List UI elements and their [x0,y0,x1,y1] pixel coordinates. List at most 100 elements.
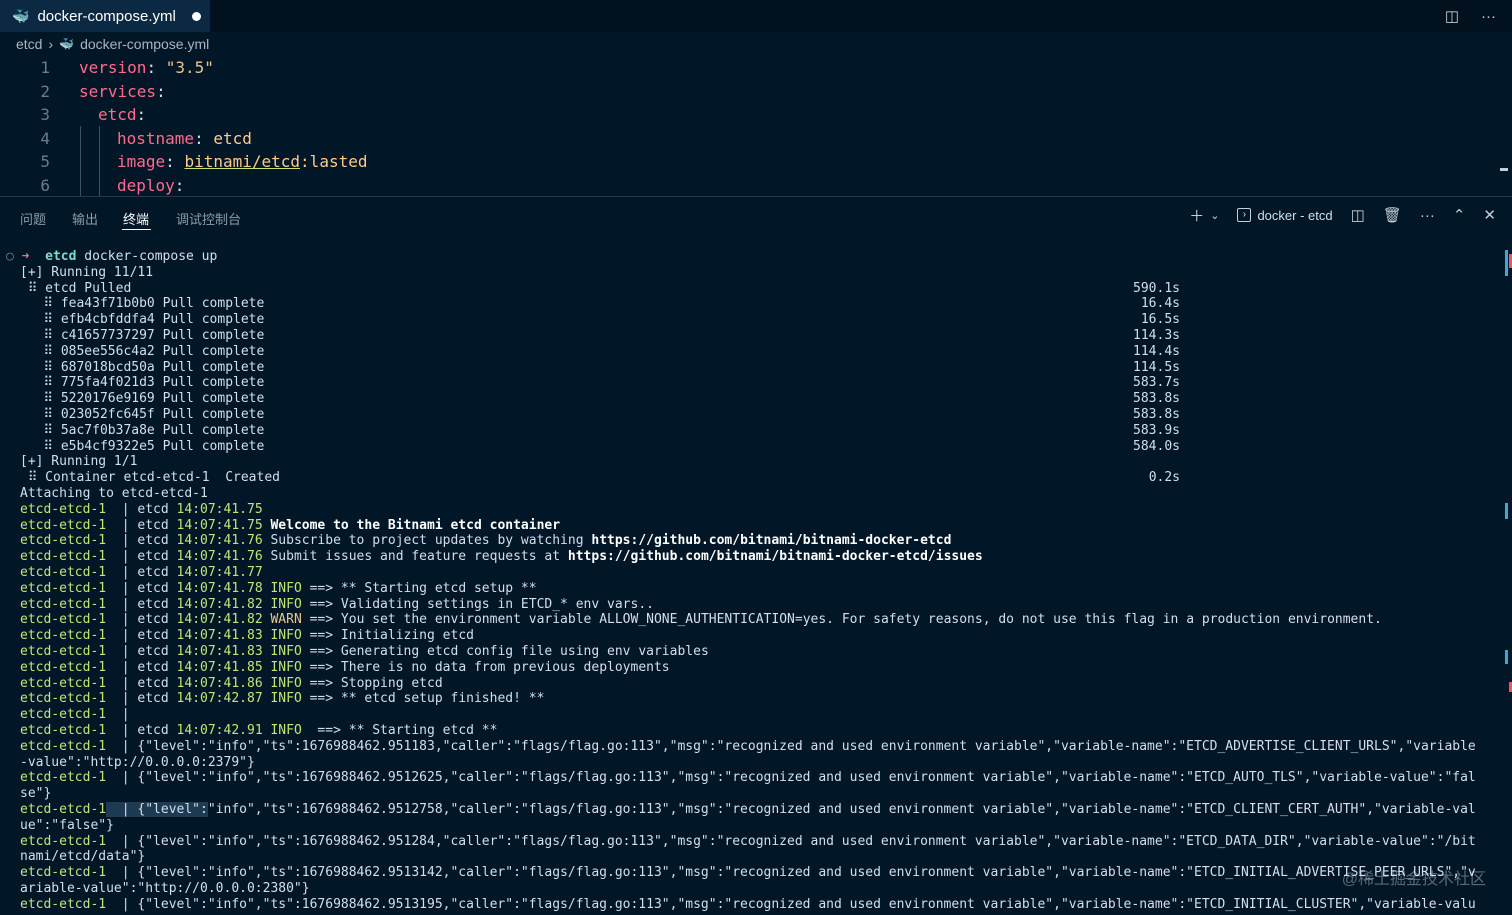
container-created-line: ⠿ Container etcd-etcd-1 Created [20,470,280,486]
yaml-value: etcd [213,128,252,148]
tab-output[interactable]: 输出 [72,209,98,228]
log-line: etcd-etcd-1 | etcd 14:07:41.77 [20,565,263,580]
line-number: 4 [40,128,50,148]
log-line: etcd-etcd-1 | etcd 14:07:41.83 INFO ==> … [20,644,709,659]
yaml-key: image [117,152,166,172]
tab-problems[interactable]: 问题 [20,209,46,228]
docker-whale-icon: 🐳 [12,7,30,24]
code-editor[interactable]: 1 version: "3.5" 2 services: 3 etcd: 4 h… [0,56,1512,196]
attaching-line: Attaching to etcd-etcd-1 [20,486,208,501]
log-line: etcd-etcd-1 | etcd 14:07:41.76 Subscribe… [20,533,952,549]
status-line: [+] Running 11/11 [20,264,154,280]
log-line: etcd-etcd-1 | etcd 14:07:41.75 Welcome t… [20,517,561,533]
breadcrumb-folder[interactable]: etcd [16,36,42,52]
scrollbar-marker [1505,503,1508,519]
layer-line: ⠿ 687018bcd50a Pull complete [20,359,265,375]
elapsed-time: 590.1s [1133,280,1180,296]
file-tab[interactable]: 🐳 docker-compose.yml [0,0,210,32]
unsaved-dot-icon[interactable] [191,11,201,21]
layer-line: ⠿ c41657737297 Pull complete [20,328,265,343]
layer-line: ⠿ 085ee556c4a2 Pull complete [20,343,265,359]
breadcrumb: etcd › 🐳 docker-compose.yml [16,34,209,54]
yaml-key: etcd [98,105,137,125]
log-line: etcd-etcd-1 | etcd 14:07:41.83 INFO ==> … [20,628,474,644]
new-terminal-icon[interactable]: ＋ [1189,205,1204,226]
indent-guide [99,126,100,196]
chevron-right-icon: › [48,36,54,52]
log-line: etcd-etcd-1 | etcd 14:07:41.78 INFO ==> … [20,580,537,596]
close-panel-icon[interactable]: ✕ [1483,206,1496,224]
yaml-key: deploy [117,176,175,195]
image-link[interactable]: bitnami/etcd [184,152,300,171]
json-log-continuation: nami/etcd/data"} [20,849,146,865]
layer-line: ⠿ efb4cbfddfa4 Pull complete [20,312,265,328]
indent-guide [80,126,81,196]
log-line: etcd-etcd-1 | etcd 14:07:42.91 INFO ==> … [20,723,498,738]
layer-line: ⠿ fea43f71b0b0 Pull complete [20,296,265,312]
code-line-4: 4 hostname: etcd [0,127,252,151]
status-line: [+] Running 1/1 [20,454,138,470]
layer-line: ⠿ e5b4cf9322e5 Pull complete [20,438,265,454]
split-terminal-icon[interactable]: ◫ [1351,206,1365,224]
code-line-1: 1 version: "3.5" [0,56,214,80]
editor-scrollbar[interactable] [1500,168,1508,171]
maximize-panel-icon[interactable]: ⌃ [1453,206,1466,224]
json-log-continuation: ariable-value":"http://0.0.0.0:2380"} [20,881,310,896]
split-editor-icon[interactable]: ◫ [1445,7,1459,25]
tab-terminal[interactable]: 终端 [123,209,149,228]
active-tab-indicator [122,229,151,230]
line-number: 2 [40,81,50,101]
elapsed-time: 16.5s [1140,312,1180,328]
elapsed-time: 583.7s [1133,375,1180,391]
code-line-5: 5 image: bitnami/etcd:lasted [0,150,367,174]
layer-line: ⠿ 5220176e9169 Pull complete [20,391,265,407]
trash-icon[interactable]: 🗑 [1383,206,1402,224]
layer-line: ⠿ 775fa4f021d3 Pull complete [20,375,265,391]
log-line: etcd-etcd-1 | etcd 14:07:41.82 INFO ==> … [20,596,654,612]
json-log-continuation: ue":"false"} [20,817,114,833]
yaml-value: "3.5" [165,58,214,77]
line-number: 6 [40,176,50,195]
more-actions-icon[interactable]: ··· [1420,207,1435,224]
scrollbar-marker [1505,250,1508,276]
line-number: 3 [40,105,50,125]
json-log-line: etcd-etcd-1 | {"level":"info","ts":16769… [20,802,1476,817]
log-line: etcd-etcd-1 | etcd 14:07:41.85 INFO ==> … [20,659,670,675]
json-log-line: etcd-etcd-1 | {"level":"info","ts":16769… [20,738,1476,754]
json-log-continuation: -value":"http://0.0.0.0:2379"} [20,754,255,770]
tab-debug-console[interactable]: 调试控制台 [176,209,241,228]
code-line-2: 2 services: [0,80,165,104]
log-line: etcd-etcd-1 | [20,707,130,723]
log-line: etcd-etcd-1 | etcd 14:07:41.76 Submit is… [20,549,983,565]
terminal-icon: › [1237,208,1252,222]
log-line: etcd-etcd-1 | etcd 14:07:41.75 [20,501,263,517]
editor-tab-bar: 🐳 docker-compose.yml ◫ ··· [0,0,1512,32]
yaml-key: version [79,58,147,77]
elapsed-time: 114.4s [1133,343,1180,359]
layer-line: ⠿ 5ac7f0b37a8e Pull complete [20,422,265,438]
chevron-down-icon[interactable]: ⌄ [1210,209,1219,222]
yaml-key: services [79,81,157,101]
json-log-line: etcd-etcd-1 | {"level":"info","ts":16769… [20,770,1476,786]
terminal-output[interactable]: ○ ➜ etcd docker-compose up [+] Running 1… [0,249,1512,915]
elapsed-time: 16.4s [1140,296,1180,312]
elapsed-time: 583.8s [1133,407,1180,422]
terminal-selector[interactable]: › docker - etcd [1237,207,1333,223]
more-actions-icon[interactable]: ··· [1481,8,1496,25]
elapsed-time: 584.0s [1133,438,1180,454]
panel-header: 问题 输出 终端 调试控制台 ＋ ⌄ › docker - etcd ◫ 🗑 ·… [0,197,1512,237]
elapsed-time: 114.3s [1133,328,1180,343]
log-line: etcd-etcd-1 | etcd 14:07:42.87 INFO ==> … [20,691,545,707]
breadcrumb-file[interactable]: docker-compose.yml [80,36,209,52]
log-line: etcd-etcd-1 | etcd 14:07:41.82 WARN ==> … [20,612,1382,628]
prompt-line: ○ ➜ etcd docker-compose up [6,249,218,264]
line-number: 5 [40,152,50,172]
elapsed-time: 583.9s [1133,422,1180,438]
json-log-line: etcd-etcd-1 | {"level":"info","ts":16769… [20,896,1476,912]
elapsed-time: 583.8s [1133,391,1180,407]
json-log-continuation: se"} [20,786,52,802]
log-line: etcd-etcd-1 | etcd 14:07:41.86 INFO ==> … [20,675,443,691]
json-log-line: etcd-etcd-1 | {"level":"info","ts":16769… [20,865,1476,881]
terminal-name: docker - etcd [1257,207,1333,223]
code-line-6: 6 deploy: [0,174,184,198]
